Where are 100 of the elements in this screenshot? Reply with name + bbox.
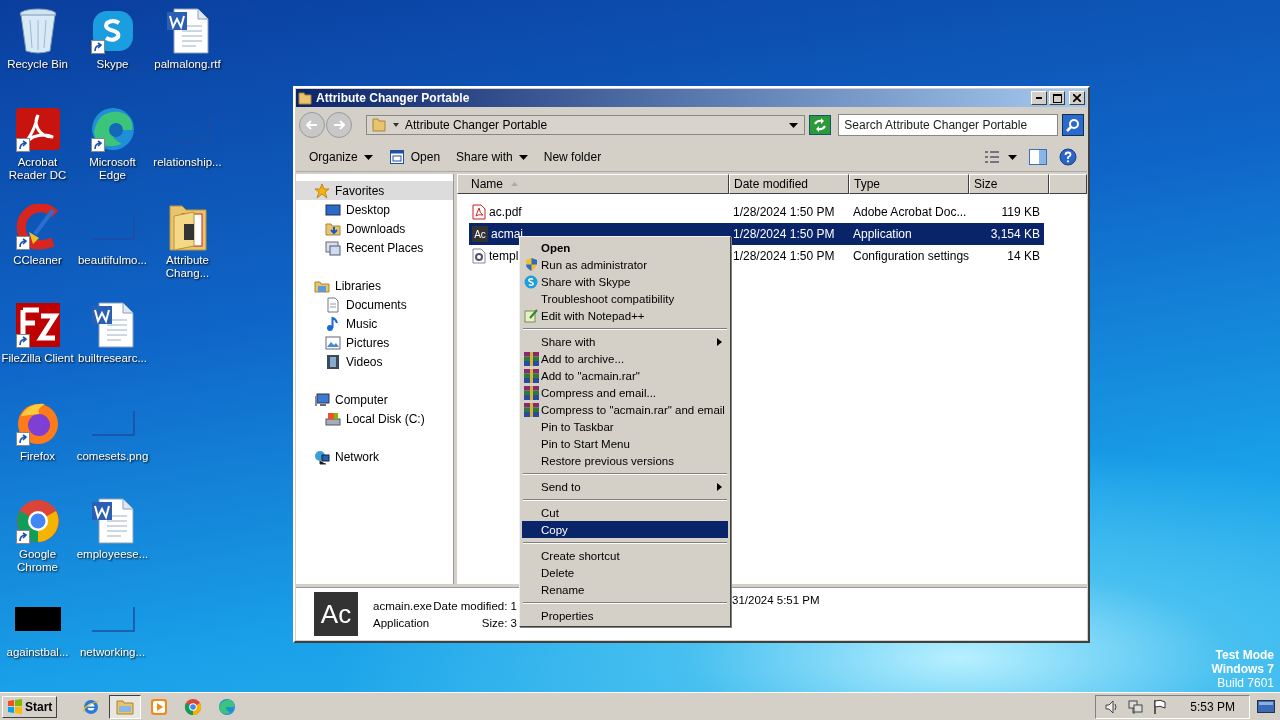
desktop-icon-label[interactable]: Google Chrome [0, 548, 75, 574]
menu-item[interactable]: Delete [522, 564, 728, 581]
desktop-icon-label[interactable]: Recycle Bin [7, 58, 68, 71]
nav-item[interactable]: Local Disk (C:) [296, 409, 453, 428]
desktop-icon-label[interactable]: FileZilla Client [1, 352, 74, 365]
toolbar-button[interactable]: Organize [302, 147, 380, 167]
desktop-icon-label[interactable]: palmalong.rtf [154, 58, 221, 71]
acrobat-icon[interactable] [14, 107, 61, 151]
address-bar[interactable]: Attribute Changer Portable [366, 115, 806, 135]
nav-item[interactable]: Downloads [296, 219, 453, 238]
document-icon[interactable] [90, 498, 135, 544]
chrome-icon[interactable] [14, 498, 61, 544]
close-icon [1073, 94, 1081, 102]
image-thumbnail-icon[interactable] [14, 607, 61, 631]
date-cell[interactable]: 1/28/2024 1:50 PM [729, 201, 849, 223]
toolbar-button[interactable]: Share with [449, 147, 535, 167]
notepad-icon [524, 308, 539, 323]
nav-item[interactable]: Network [296, 447, 453, 466]
column-header[interactable]: Type [849, 174, 969, 194]
search-button[interactable] [1062, 114, 1084, 136]
desktop-icon-label[interactable]: beautifulmo... [77, 254, 147, 267]
nav-item[interactable]: Libraries [296, 276, 453, 295]
file-thumbnail-icon[interactable] [90, 606, 135, 632]
menu-item[interactable]: Pin to Taskbar [522, 418, 728, 435]
ccleaner-icon[interactable] [14, 204, 61, 250]
desktop-notice-text: Build 7601 [1217, 676, 1274, 690]
file-thumbnail-icon[interactable] [90, 214, 135, 240]
column-header[interactable]: Size [969, 174, 1049, 194]
recycle-bin-icon[interactable] [17, 8, 58, 54]
nav-item[interactable]: Documents [296, 295, 453, 314]
menu-item[interactable]: Cut [522, 504, 728, 521]
menu-item[interactable]: Create shortcut [522, 547, 728, 564]
menu-item[interactable]: Copy [522, 521, 728, 538]
file-thumbnail-icon[interactable] [90, 410, 135, 436]
clock[interactable]: 5:53 PM [1190, 699, 1235, 714]
menu-item[interactable]: Pin to Start Menu [522, 435, 728, 452]
menu-item[interactable]: Send to [522, 478, 728, 495]
archive-books-icon [524, 402, 539, 417]
menu-item[interactable]: Run as administrator [522, 256, 728, 273]
desktop-icon-label[interactable]: Skype [96, 58, 129, 71]
nav-item[interactable]: Pictures [296, 333, 453, 352]
network-icon [314, 448, 330, 465]
back-button[interactable] [299, 112, 325, 138]
toolbar-button[interactable]: New folder [536, 147, 609, 167]
filezilla-icon[interactable] [14, 302, 61, 348]
menu-item[interactable]: Rename [522, 581, 728, 598]
desktop-icon-label[interactable]: Firefox [19, 450, 56, 463]
desktop-icon-label[interactable]: Microsoft Edge [75, 156, 150, 182]
browser-e-icon [82, 697, 101, 716]
date-cell[interactable]: 1/28/2024 1:50 PM [729, 223, 849, 245]
menu-item[interactable]: Share with [522, 333, 728, 350]
desktop-icon-label[interactable]: Acrobat Reader DC [0, 156, 75, 182]
desktop-icon-label[interactable]: relationship... [153, 156, 222, 169]
windows-stack-icon [325, 239, 341, 256]
nav-item[interactable]: Desktop [296, 200, 453, 219]
menu-item[interactable]: Add to "acmain.rar" [522, 367, 728, 384]
desktop-icon-label[interactable]: Attribute Chang... [150, 254, 225, 280]
start-button[interactable]: Start [2, 695, 58, 718]
desktop-icon-label[interactable]: builtresearc... [78, 352, 147, 365]
menu-item[interactable]: Restore previous versions [522, 452, 728, 469]
flag-icon[interactable] [1152, 698, 1169, 715]
menu-item[interactable]: Edit with Notepad++ [522, 307, 728, 324]
menu-item[interactable]: Open [522, 239, 728, 256]
column-header[interactable]: Date modified [729, 174, 849, 194]
file-name: acmai [491, 227, 523, 241]
nav-item[interactable]: Computer [296, 390, 453, 409]
refresh-button[interactable] [809, 115, 832, 135]
close-button[interactable] [1069, 91, 1085, 105]
column-header[interactable]: Name [457, 174, 729, 194]
edge-icon[interactable] [89, 106, 136, 152]
folder-icon[interactable] [167, 202, 208, 252]
search-field[interactable]: Search Attribute Changer Portable [838, 114, 1059, 136]
taskbar-app-button[interactable] [109, 694, 142, 719]
nav-item[interactable]: Favorites [296, 181, 453, 200]
desktop-icon-label[interactable]: CCleaner [13, 254, 62, 267]
document-icon[interactable] [165, 8, 210, 54]
minimize-button[interactable] [1031, 91, 1047, 105]
menu-item[interactable]: Properties [522, 607, 728, 624]
menu-item[interactable]: Compress to "acmain.rar" and email [522, 401, 728, 418]
toolbar-button[interactable]: Open [381, 146, 448, 168]
caret-icon [1008, 154, 1017, 160]
menu-item[interactable]: Share with Skype [522, 273, 728, 290]
menu-item[interactable]: Troubleshoot compatibility [522, 290, 728, 307]
desktop-icon-label[interactable]: comesets.png [76, 450, 149, 463]
caret-icon[interactable] [789, 122, 799, 128]
desktop-icon-label[interactable]: employeese... [76, 548, 149, 561]
app-icon: Ac [472, 226, 488, 242]
menu-item[interactable]: Add to archive... [522, 350, 728, 367]
document-icon[interactable] [90, 302, 135, 348]
nav-item[interactable]: Music [296, 314, 453, 333]
nav-item[interactable]: Videos [296, 352, 453, 371]
nav-item[interactable]: Recent Places [296, 238, 453, 257]
forward-button[interactable] [326, 112, 352, 138]
network-icon[interactable] [1128, 698, 1145, 715]
maximize-button[interactable] [1049, 91, 1065, 105]
skype-icon[interactable] [90, 9, 135, 53]
menu-item[interactable]: Compress and email... [522, 384, 728, 401]
show-desktop-icon[interactable] [1257, 698, 1275, 715]
caret-icon[interactable] [393, 123, 399, 127]
date-cell[interactable]: 1/28/2024 1:50 PM [729, 245, 849, 267]
